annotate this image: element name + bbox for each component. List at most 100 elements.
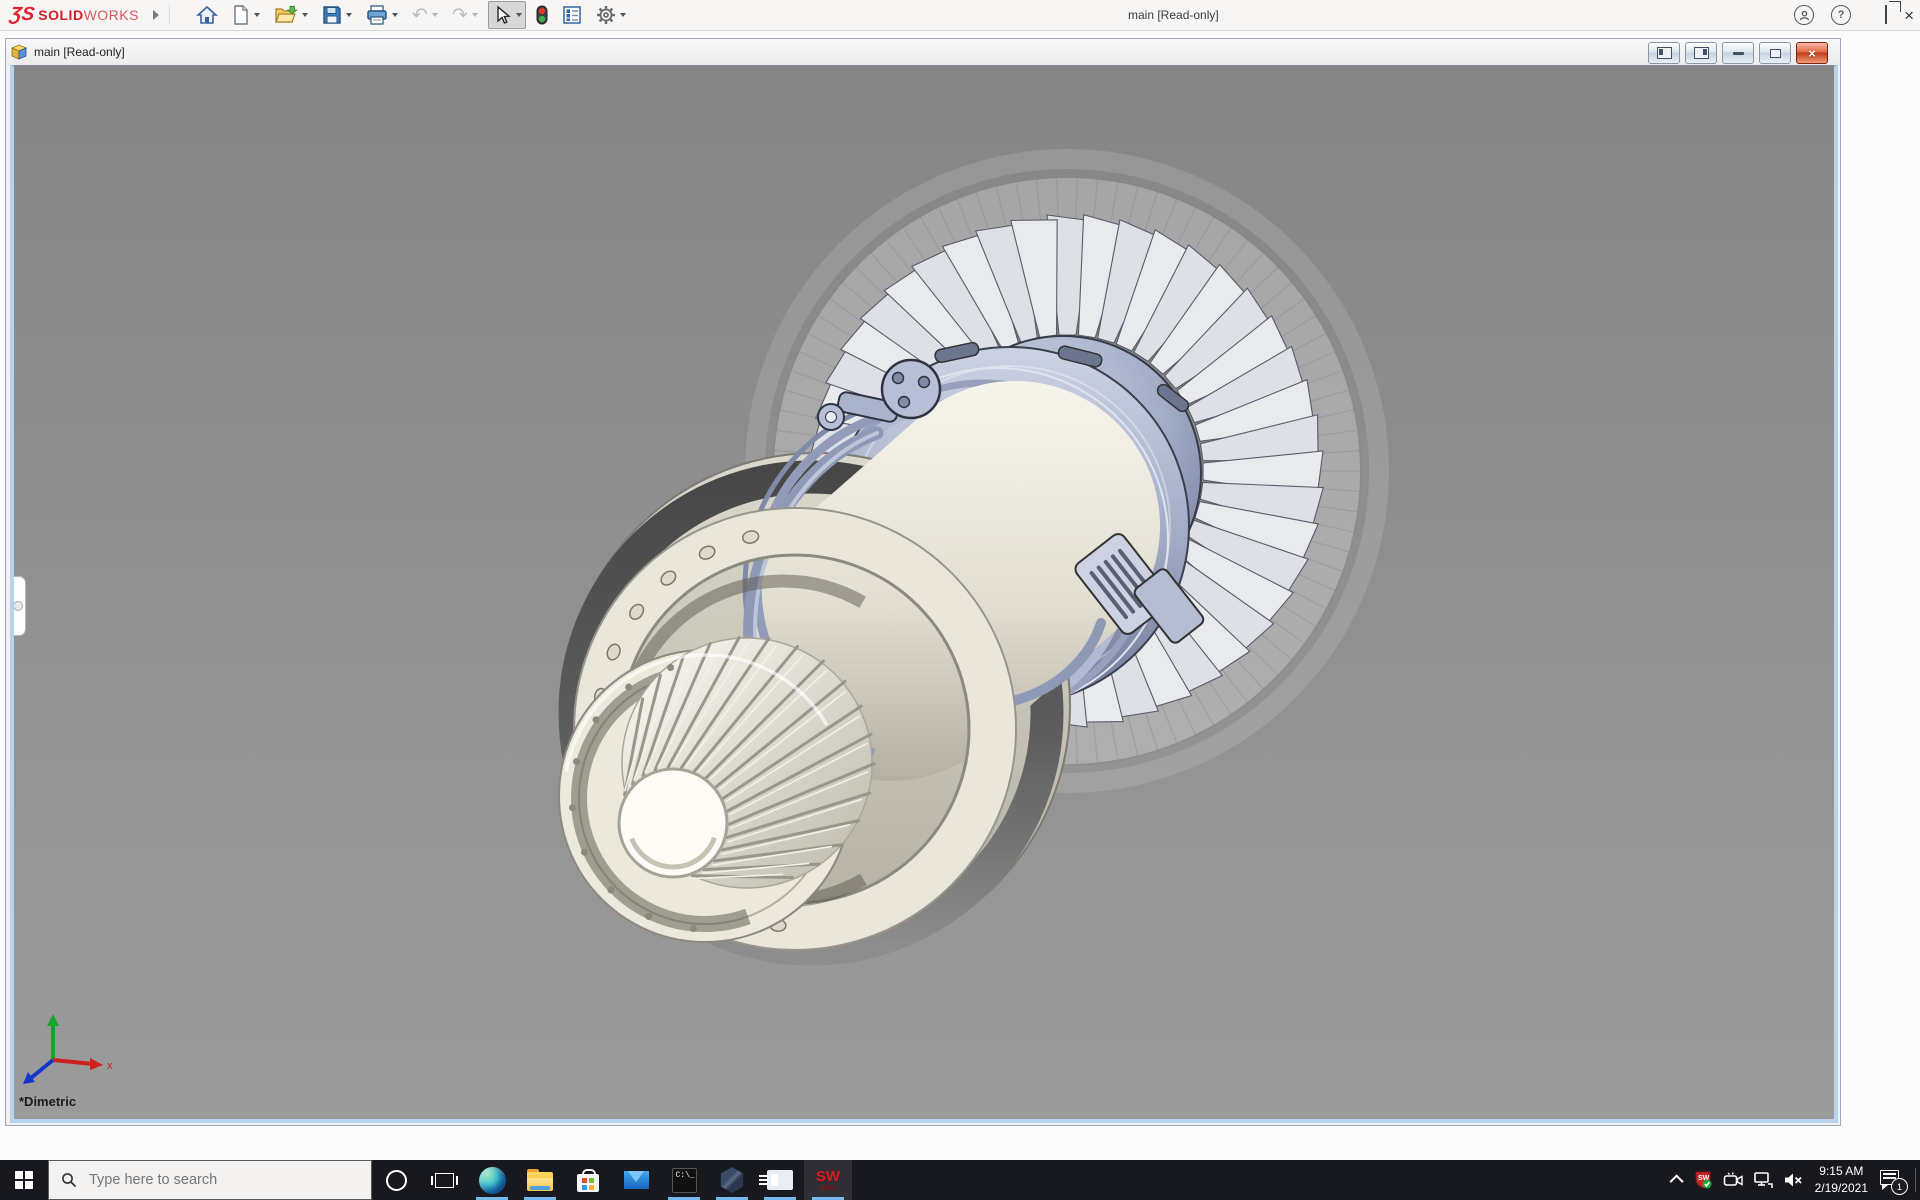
solidworks-app-window: ƷS SOLID WORKS: [0, 0, 1920, 1200]
rebuild-button[interactable]: [532, 1, 552, 29]
network-ethernet-icon: [1753, 1171, 1773, 1189]
open-button[interactable]: [270, 1, 312, 29]
dropdown-arrow-icon[interactable]: [392, 13, 398, 17]
taskbar-clock[interactable]: 9:15 AM 2/19/2021: [1808, 1160, 1875, 1200]
system-tray: SW: [1668, 1160, 1920, 1200]
save-icon: [322, 5, 342, 25]
desktop-app-icon: [767, 1170, 793, 1190]
axis-x-label: x: [107, 1060, 113, 1072]
save-button[interactable]: [318, 1, 356, 29]
taskbar-search[interactable]: [48, 1160, 372, 1200]
meet-now-camera-icon: [1723, 1171, 1743, 1189]
notification-badge: 1: [1891, 1178, 1908, 1195]
chevron-up-icon: [1669, 1174, 1683, 1188]
clock-time: 9:15 AM: [1815, 1163, 1868, 1180]
restore-icon: [1770, 49, 1781, 58]
rebuild-traffic-light-icon: [536, 5, 548, 25]
meet-now-button[interactable]: [1718, 1160, 1748, 1200]
close-button[interactable]: ×: [1904, 7, 1914, 24]
options-button[interactable]: [592, 1, 630, 29]
edge-icon: [479, 1167, 506, 1194]
cortana-icon: [386, 1170, 407, 1191]
toolbar-separator: [169, 5, 170, 25]
taskbar-hex-app[interactable]: [708, 1160, 756, 1200]
task-view-button[interactable]: [420, 1160, 468, 1200]
document-titlebar[interactable]: main [Read-only] ×: [6, 39, 1840, 65]
dropdown-arrow-icon[interactable]: [472, 13, 478, 17]
pane-toggle-right-button[interactable]: [1685, 42, 1717, 64]
pane-toggle-left-button[interactable]: [1648, 42, 1680, 64]
app-titlebar: ƷS SOLID WORKS: [0, 0, 1920, 31]
hidden-icons-button[interactable]: [1668, 1160, 1688, 1200]
feature-pane-flyout-tab[interactable]: [10, 576, 26, 636]
select-tool-button[interactable]: [488, 1, 526, 29]
document-window: main [Read-only] ×: [5, 38, 1841, 1126]
assembly-document-icon: [11, 44, 28, 60]
volume-muted-icon: [1783, 1171, 1803, 1189]
dropdown-arrow-icon[interactable]: [254, 13, 260, 17]
hex-app-icon: [719, 1167, 745, 1193]
task-view-icon: [435, 1173, 454, 1188]
taskbar-edge[interactable]: [468, 1160, 516, 1200]
sw-shield-icon: SW: [1693, 1170, 1713, 1190]
flyout-knob-icon: [13, 601, 23, 611]
show-desktop-button[interactable]: [1915, 1168, 1916, 1192]
undo-icon: ↶: [412, 5, 428, 25]
open-folder-icon: [274, 5, 298, 25]
restore-icon: [1885, 5, 1887, 24]
close-icon: ×: [1808, 47, 1816, 60]
taskbar-command-prompt[interactable]: C:\_: [660, 1160, 708, 1200]
reference-triad: x: [19, 1012, 115, 1092]
solidworks-logo: ƷS SOLID WORKS: [10, 4, 139, 26]
solidworks-2021-icon: SW 2021: [816, 1169, 840, 1192]
search-icon: [61, 1172, 77, 1188]
dropdown-arrow-icon[interactable]: [516, 13, 522, 17]
new-document-icon: [232, 5, 250, 25]
pane-right-icon: [1694, 47, 1709, 59]
jet-engine-model: [10, 65, 1838, 1123]
taskbar-mail[interactable]: [612, 1160, 660, 1200]
print-button[interactable]: [362, 1, 402, 29]
undo-button[interactable]: ↶: [408, 1, 442, 29]
mail-icon: [624, 1171, 649, 1189]
home-button[interactable]: [192, 1, 222, 29]
clock-date: 2/19/2021: [1815, 1180, 1868, 1197]
home-icon: [196, 5, 218, 25]
dassault-glyph: ƷS: [8, 4, 35, 26]
cortana-button[interactable]: [372, 1160, 420, 1200]
new-document-button[interactable]: [228, 1, 264, 29]
app-title: main [Read-only]: [1128, 0, 1219, 30]
file-explorer-icon: [527, 1172, 553, 1191]
help-icon[interactable]: ?: [1831, 5, 1851, 25]
redo-icon: ↷: [452, 5, 468, 25]
gear-icon: [596, 5, 616, 25]
cursor-icon: [492, 5, 512, 25]
doc-close-button[interactable]: ×: [1796, 42, 1828, 64]
action-center-button[interactable]: 1: [1875, 1160, 1911, 1200]
view-orientation-label: *Dimetric: [19, 1094, 76, 1109]
dropdown-arrow-icon[interactable]: [620, 13, 626, 17]
doc-restore-button[interactable]: [1759, 42, 1791, 64]
start-button[interactable]: [0, 1160, 48, 1200]
dropdown-arrow-icon[interactable]: [432, 13, 438, 17]
redo-button[interactable]: ↷: [448, 1, 482, 29]
network-button[interactable]: [1748, 1160, 1778, 1200]
menu-flyout-chevron-icon[interactable]: [153, 10, 159, 20]
taskbar-file-explorer[interactable]: [516, 1160, 564, 1200]
volume-button[interactable]: [1778, 1160, 1808, 1200]
dropdown-arrow-icon[interactable]: [302, 13, 308, 17]
taskbar-store[interactable]: [564, 1160, 612, 1200]
dropdown-arrow-icon[interactable]: [346, 13, 352, 17]
doc-minimize-button[interactable]: [1722, 42, 1754, 64]
search-input[interactable]: [87, 1171, 341, 1189]
pane-left-icon: [1657, 47, 1672, 59]
taskbar-desktop-app[interactable]: [756, 1160, 804, 1200]
person-glyph: [1799, 10, 1810, 21]
graphics-viewport[interactable]: x *Dimetric: [10, 65, 1838, 1123]
display-manager-button[interactable]: [558, 1, 586, 29]
restore-button[interactable]: [1885, 6, 1887, 24]
store-icon: [577, 1174, 599, 1192]
taskbar-solidworks[interactable]: SW 2021: [804, 1160, 852, 1200]
solidworks-resource-monitor[interactable]: SW: [1688, 1160, 1718, 1200]
user-account-icon[interactable]: [1794, 5, 1814, 25]
